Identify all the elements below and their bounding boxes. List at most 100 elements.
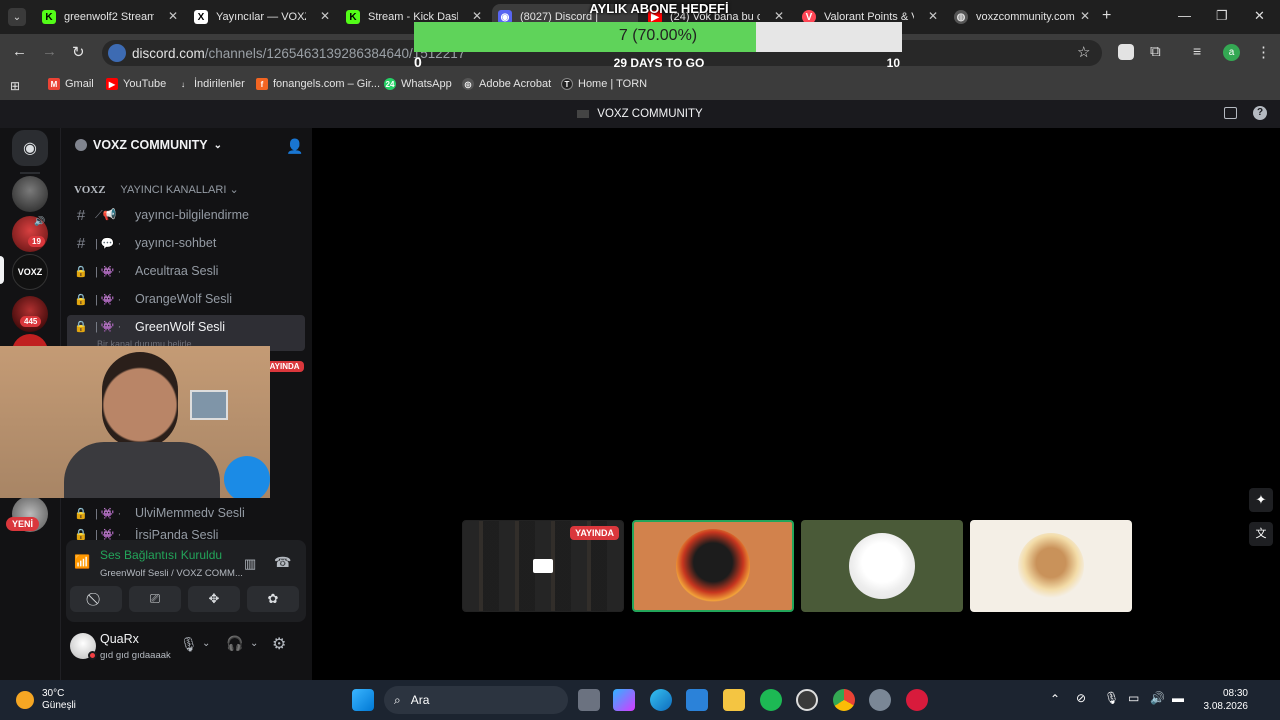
bookmark-label: Home | TORN xyxy=(578,78,648,90)
sun-icon xyxy=(16,691,34,709)
help-icon[interactable]: ? xyxy=(1253,106,1267,120)
chevron-up-icon[interactable]: ⌃ xyxy=(1050,692,1060,706)
server-name: VOXZ COMMUNITY xyxy=(93,138,208,152)
volume-icon[interactable]: 🔊 xyxy=(1150,691,1165,705)
forward-icon[interactable]: → xyxy=(42,43,57,60)
noise-suppression-icon[interactable]: ▥ xyxy=(244,556,256,572)
extensions-puzzle-icon[interactable]: ⧉ xyxy=(1150,43,1161,60)
channel-orangewolf-sesli[interactable]: 🔒 | 👾 · OrangeWolf Sesli xyxy=(67,286,305,312)
username[interactable]: QuaRx xyxy=(36,632,139,646)
browser-tab-6[interactable]: ◍ voxzcommunity.com ✕ xyxy=(948,4,1094,30)
channel-yayinci-sohbet[interactable]: # | 💬 · yayıncı-sohbet xyxy=(67,230,305,256)
url-host: discord.com xyxy=(132,45,205,61)
headphones-icon[interactable]: 🎧 xyxy=(226,635,243,652)
bookmark-adobe-acrobat[interactable]: ◎ Adobe Acrobat xyxy=(462,78,551,90)
wall-picture xyxy=(190,390,228,420)
start-icon[interactable] xyxy=(352,689,374,711)
settings-gear-icon[interactable]: ⚙ xyxy=(272,634,286,654)
selected-server-pill xyxy=(0,256,4,284)
subscriber-goal-overlay: 7 (70.00%) AYLIK ABONE HEDEFİ 0 29 DAYS … xyxy=(414,0,904,72)
participant-tile[interactable] xyxy=(801,520,963,612)
settings-icon[interactable] xyxy=(869,689,891,711)
inbox-icon[interactable] xyxy=(1224,107,1237,119)
reload-icon[interactable]: ↻ xyxy=(72,43,85,61)
close-icon[interactable]: ✕ xyxy=(320,9,330,23)
close-icon[interactable]: ✕ xyxy=(1080,9,1090,23)
close-icon[interactable]: ✕ xyxy=(928,9,938,23)
bookmark-label: Gmail xyxy=(65,78,94,90)
bookmark-downloads[interactable]: ↓ İndirilenler xyxy=(177,78,245,90)
chrome-icon[interactable] xyxy=(833,689,855,711)
voice-call-stage: YAYINDA xyxy=(312,128,1280,680)
xbox-icon[interactable] xyxy=(760,689,782,711)
file-explorer-icon[interactable] xyxy=(723,689,745,711)
clock[interactable]: 08:30 3.08.2026 xyxy=(1200,687,1249,713)
copilot-icon[interactable] xyxy=(613,689,635,711)
chevron-down-icon[interactable]: ⌄ xyxy=(202,638,210,649)
bookmark-torn[interactable]: T Home | TORN xyxy=(561,78,647,90)
voice-status[interactable]: Ses Bağlantısı Kuruldu xyxy=(100,548,222,562)
task-view-icon[interactable] xyxy=(578,689,600,711)
channel-irsipanda-sesli[interactable]: 🔒 | 👾 · İrsiPanda Sesli xyxy=(67,528,305,540)
screen-share-tile[interactable]: YAYINDA xyxy=(462,520,624,612)
participant-tile[interactable] xyxy=(970,520,1132,612)
app-icon[interactable] xyxy=(906,689,928,711)
chevron-down-icon[interactable]: ⌄ xyxy=(250,638,258,649)
activities-button[interactable]: ✥ xyxy=(188,586,240,612)
category-header[interactable]: VOXZ YAYINCI KANALLARI ⌄ xyxy=(74,183,239,196)
media-controls-icon[interactable]: ≡ xyxy=(1193,43,1201,59)
display-icon[interactable]: ▭ xyxy=(1128,691,1139,705)
voice-location[interactable]: GreenWolf Sesli / VOXZ COMM... xyxy=(84,568,243,579)
server-header[interactable]: VOXZ COMMUNITY ⌄ xyxy=(75,138,222,152)
channel-aceultraa-sesli[interactable]: 🔒 | 👾 · Aceultraa Sesli xyxy=(67,258,305,284)
bookmark-whatsapp[interactable]: 24 WhatsApp xyxy=(384,78,452,90)
weather-widget[interactable]: 30°C Güneşli xyxy=(16,688,76,712)
mic-icon[interactable]: 🎙 xyxy=(1104,691,1119,705)
channel-yayinci-bilgilendirme[interactable]: # ⟋📢 yayıncı-bilgilendirme xyxy=(67,202,305,228)
bookmark-label: İndirilenler xyxy=(194,78,245,90)
blue-object xyxy=(224,456,270,498)
obs-icon[interactable] xyxy=(796,689,818,711)
browser-tab-1[interactable]: X Yayıncılar — VOXZCO ✕ xyxy=(188,4,334,30)
disconnect-icon[interactable]: ☎ xyxy=(274,554,291,571)
voice-emoji-icon: | 👾 · xyxy=(95,293,122,306)
participant-tile-speaking[interactable] xyxy=(632,520,794,612)
translate-icon[interactable]: 文 xyxy=(1249,522,1273,546)
server-avatar[interactable] xyxy=(12,176,48,212)
browser-tab-0[interactable]: K greenwolf2 Stream - ✕ xyxy=(36,4,182,30)
bookmark-youtube[interactable]: ▶ YouTube xyxy=(106,78,166,90)
site-info-icon[interactable] xyxy=(108,44,126,62)
bookmark-gmail[interactable]: M Gmail xyxy=(48,78,94,90)
new-tab-icon[interactable]: + xyxy=(1102,7,1111,25)
taskbar-search[interactable]: ⌕ Ara xyxy=(384,686,568,714)
soundboard-button[interactable]: ✿ xyxy=(247,586,299,612)
apps-grid-icon[interactable]: ⊞ xyxy=(10,79,20,93)
profile-avatar[interactable]: a xyxy=(1223,44,1240,61)
tab-title: greenwolf2 Stream - xyxy=(64,11,154,23)
server-voxz[interactable]: VOXZ xyxy=(12,254,48,290)
network-off-icon[interactable]: ⊘ xyxy=(1076,691,1086,705)
menu-icon[interactable]: ⋮ xyxy=(1256,43,1271,61)
tab-title: Yayıncılar — VOXZCO xyxy=(216,11,306,23)
bookmark-fonangels[interactable]: f fonangels.com – Gir... xyxy=(256,78,380,90)
minimize-icon[interactable]: — xyxy=(1178,8,1191,23)
custom-status[interactable]: gıd gıd gıdaaaak xyxy=(36,650,171,661)
microphone-icon[interactable]: 🎙 xyxy=(180,636,198,653)
channel-ulvimemmedv-sesli[interactable]: 🔒 | 👾 · UlviMemmedv Sesli xyxy=(67,500,305,526)
close-window-icon[interactable]: ✕ xyxy=(1254,8,1265,24)
battery-icon[interactable]: ▬ xyxy=(1172,691,1184,705)
watch-stream-icon[interactable] xyxy=(533,559,553,573)
invite-people-icon[interactable]: 👤 xyxy=(286,138,303,155)
store-icon[interactable] xyxy=(686,689,708,711)
bookmark-star-icon[interactable]: ☆ xyxy=(1077,43,1090,61)
screen-share-button[interactable]: ⎚ xyxy=(129,586,181,612)
camera-off-button[interactable]: ⃠ xyxy=(70,586,122,612)
sparkle-ai-icon[interactable]: ✦ xyxy=(1249,488,1273,512)
back-icon[interactable]: ← xyxy=(12,43,27,60)
tab-list-icon[interactable]: ⌄ xyxy=(8,8,26,26)
discord-home-icon[interactable]: ◉ xyxy=(12,130,48,166)
extension-icon[interactable] xyxy=(1118,44,1134,60)
edge-icon[interactable] xyxy=(650,689,672,711)
close-icon[interactable]: ✕ xyxy=(168,9,178,23)
maximize-icon[interactable]: ❐ xyxy=(1216,8,1228,24)
